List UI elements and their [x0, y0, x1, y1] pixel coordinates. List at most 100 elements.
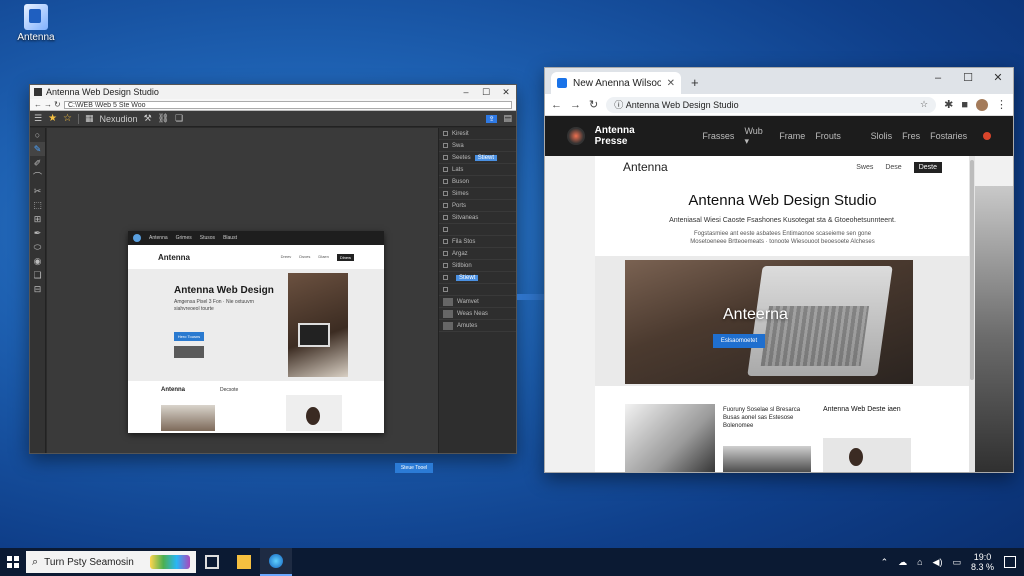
maximize-button[interactable]: ☐ [953, 68, 983, 88]
panel-row[interactable]: Amutes [439, 320, 516, 332]
preview-nav-item[interactable]: Antenna [149, 235, 168, 241]
close-button[interactable]: ✕ [496, 87, 516, 98]
refresh-icon[interactable]: ↻ [589, 98, 598, 111]
scrollbar[interactable] [969, 156, 975, 472]
preview-link-dark[interactable]: Dlnew [336, 253, 354, 261]
panel-row[interactable]: Weas Neas [439, 308, 516, 320]
forward-icon[interactable]: → [44, 100, 54, 109]
panel-row[interactable]: Stiewt [439, 272, 516, 284]
cloud-icon[interactable]: ☁ [898, 557, 907, 568]
tab-close-icon[interactable]: ✕ [667, 78, 675, 89]
battery-icon[interactable]: ▭ [952, 557, 961, 568]
panel-row[interactable]: Lats [439, 164, 516, 176]
back-icon[interactable]: ← [34, 100, 44, 109]
site-brand[interactable]: Antenna [623, 160, 668, 174]
checkbox[interactable] [443, 167, 448, 172]
panel-row[interactable]: Fila Stos [439, 236, 516, 248]
checkbox[interactable] [443, 191, 448, 196]
star-icon[interactable]: ★ [48, 113, 57, 124]
site-link[interactable]: Swes [856, 164, 873, 171]
minimize-button[interactable]: – [456, 87, 476, 97]
panel-row[interactable]: Sitlbion [439, 260, 516, 272]
site-nav-link[interactable]: Wub ▾ [744, 126, 769, 147]
panel-row[interactable] [439, 284, 516, 296]
site-link[interactable]: Dese [885, 164, 901, 171]
volume-icon[interactable]: ◀) [933, 557, 943, 568]
panel-row[interactable]: Swa [439, 140, 516, 152]
tool-button[interactable]: ⬚ [30, 198, 45, 212]
preview-link[interactable]: Dlaen [318, 254, 328, 261]
new-tab-button[interactable]: + [681, 75, 709, 94]
panel-row[interactable]: Buson [439, 176, 516, 188]
browser-tab[interactable]: New Anenna Wilsoone ✕ [551, 72, 681, 94]
editor-titlebar[interactable]: Antenna Web Design Studio – ☐ ✕ [30, 85, 516, 99]
checkbox[interactable] [443, 287, 448, 292]
network-icon[interactable]: ⌂ [917, 557, 922, 567]
preview-link[interactable]: Dreev [281, 254, 292, 261]
panel-row[interactable]: Seetes Stiewt [439, 152, 516, 164]
checkbox[interactable] [443, 227, 448, 232]
checkbox[interactable] [443, 155, 448, 160]
editor-float-button[interactable]: Steue Tooel [395, 463, 433, 473]
tool-button[interactable]: ⊞ [30, 212, 45, 226]
share-button[interactable]: ⇪ [485, 114, 498, 123]
notification-dot-icon[interactable] [983, 132, 991, 140]
layers-icon[interactable]: ❏ [175, 113, 183, 124]
close-button[interactable]: ✕ [983, 68, 1013, 88]
extensions-icon[interactable]: ✱ [944, 98, 953, 111]
panel-row[interactable]: Argaz [439, 248, 516, 260]
taskbar-search[interactable]: ⌕ Turn Psty Seamosin [26, 551, 196, 573]
menu-icon[interactable]: ☰ [34, 113, 42, 124]
star-outline-icon[interactable]: ☆ [63, 113, 72, 124]
desktop-icon-antenna[interactable]: Antenna [14, 4, 58, 43]
layer-thumb-icon[interactable] [443, 321, 453, 330]
wrench-icon[interactable]: ⚒ [144, 113, 152, 124]
preview-nav-item[interactable]: Stusos [200, 235, 215, 241]
preview-nav-item[interactable]: Blaust [223, 235, 237, 241]
link-icon[interactable]: ⛓ [158, 113, 169, 124]
site-nav-link[interactable]: Fres [902, 131, 920, 141]
tool-button[interactable]: ◉ [30, 254, 45, 268]
layer-thumb-icon[interactable] [443, 297, 453, 306]
site-nav-link[interactable]: Slolis [871, 131, 893, 141]
avatar[interactable] [976, 98, 988, 111]
refresh-icon[interactable]: ↻ [54, 100, 64, 109]
tool-button[interactable]: ❑ [30, 268, 45, 282]
notification-icon[interactable] [1004, 556, 1016, 568]
panel-row[interactable] [439, 224, 516, 236]
panel-row[interactable]: Wamvet [439, 296, 516, 308]
info-icon[interactable]: ⓘ [614, 98, 626, 111]
toolbar-label[interactable]: Nexudion [100, 114, 138, 124]
site-hero-button[interactable]: Eslsaomoetet [713, 334, 765, 348]
clock[interactable]: 19:0 8.3 % [971, 552, 994, 572]
tool-button[interactable]: ⌒ [30, 170, 45, 184]
panel-row[interactable]: Sitvaneas [439, 212, 516, 224]
file-explorer-button[interactable] [228, 548, 260, 576]
tool-button[interactable]: ⊟ [30, 282, 45, 296]
more-menu-icon[interactable]: ⋮ [996, 98, 1007, 111]
site-nav-link[interactable]: Frame [779, 131, 805, 141]
panel-row[interactable]: Simes [439, 188, 516, 200]
panel-button[interactable]: Stiewt [456, 274, 479, 281]
checkbox[interactable] [443, 239, 448, 244]
back-icon[interactable]: ← [551, 99, 562, 111]
panel-icon[interactable]: ▤ [503, 113, 512, 124]
tool-button[interactable]: ⬭ [30, 240, 45, 254]
minimize-button[interactable]: – [923, 68, 953, 88]
start-button[interactable] [0, 548, 26, 576]
chevron-up-icon[interactable]: ⌃ [881, 557, 889, 568]
preview-nav-item[interactable]: Grimes [176, 235, 192, 241]
site-nav-link[interactable]: Frasses [702, 131, 734, 141]
panel-button[interactable]: Stiewt [474, 154, 498, 161]
checkbox[interactable] [443, 251, 448, 256]
site-nav-brand[interactable]: Antenna Presse [595, 125, 669, 147]
editor-window[interactable]: Antenna Web Design Studio – ☐ ✕ ← → ↻ C:… [29, 84, 517, 473]
panel-row[interactable]: Ports [439, 200, 516, 212]
checkbox[interactable] [443, 179, 448, 184]
preview-hero-button[interactable]: Hero Tousns [174, 332, 204, 341]
edge-button[interactable] [260, 548, 292, 576]
checkbox[interactable] [443, 275, 448, 280]
tool-button[interactable]: ○ [30, 128, 45, 142]
tool-button[interactable]: ✐ [30, 156, 45, 170]
tool-button[interactable]: ✎ [30, 142, 45, 156]
